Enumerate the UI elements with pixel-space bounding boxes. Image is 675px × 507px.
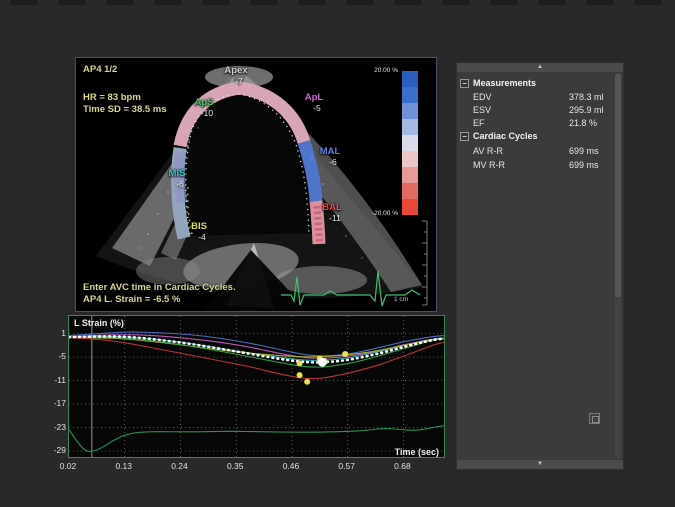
row-value: 378.3 ml — [569, 92, 604, 102]
x-tick-label: 0.24 — [164, 461, 194, 471]
avc-message: Enter AVC time in Cardiac Cycles. — [83, 282, 236, 293]
global-strain-label: AP4 L. Strain = -6.5 % — [83, 294, 180, 305]
application-window: { "window": { "background": "#29292b" },… — [0, 0, 675, 507]
scroll-up-icon: ▲ — [537, 64, 543, 70]
heart-rate-label: HR = 83 bpm — [83, 92, 141, 103]
row-label: AV R-R — [473, 146, 503, 156]
row-value: 699 ms — [569, 160, 599, 170]
colorbar-segment — [402, 135, 418, 151]
measurements-group-header[interactable]: − Measurements — [460, 78, 536, 88]
collapse-icon[interactable]: − — [460, 132, 469, 141]
strain-chart-panel[interactable]: L Strain (%) Time (sec) — [68, 315, 445, 458]
row-value: 21.8 % — [569, 118, 597, 128]
chart-title: L Strain (%) — [74, 318, 124, 328]
measurement-row-av-rr[interactable]: AV R-R 699 ms — [473, 146, 619, 156]
x-tick-label: 0.02 — [53, 461, 83, 471]
measurements-panel: ▲ − Measurements EDV 378.3 ml ESV 295.9 … — [456, 62, 624, 470]
x-tick-label: 0.46 — [276, 461, 306, 471]
segment-label-mis: MIS -6 — [169, 169, 186, 189]
x-tick-label: 0.13 — [109, 461, 139, 471]
segment-label-mal: MAL -6 — [320, 147, 341, 167]
strain-chart-canvas[interactable] — [69, 316, 444, 457]
colorbar-segment — [402, 199, 418, 215]
colorbar-segment — [402, 87, 418, 103]
colorbar-segment — [402, 71, 418, 87]
measurement-row-esv[interactable]: ESV 295.9 ml — [473, 105, 619, 115]
colorbar-segment — [402, 183, 418, 199]
scrollbar-thumb[interactable] — [615, 74, 621, 297]
top-edge-cropped-toolbar — [0, 0, 675, 6]
y-tick-label: -5 — [40, 351, 66, 361]
colorbar-segment — [402, 151, 418, 167]
x-tick-label: 0.57 — [332, 461, 362, 471]
scroll-down-button[interactable]: ▼ — [457, 460, 623, 469]
time-sd-label: Time SD = 38.5 ms — [83, 104, 167, 115]
colorbar-max-label: 20.00 % — [346, 67, 398, 74]
row-label: EF — [473, 118, 485, 128]
segment-label-apl: ApL -5 — [305, 93, 323, 113]
group-label: Measurements — [473, 78, 536, 88]
segment-label-bis: BIS -4 — [191, 222, 207, 242]
collapse-icon[interactable]: − — [460, 79, 469, 88]
chart-x-axis-label: Time (sec) — [395, 447, 439, 457]
view-label: AP4 1/2 — [83, 64, 117, 75]
y-tick-label: 1 — [40, 328, 66, 338]
segment-label-apex: Apex -7 — [224, 66, 247, 86]
strain-colorbar — [402, 71, 418, 215]
measurement-row-mv-rr[interactable]: MV R-R 699 ms — [473, 160, 619, 170]
ultrasound-image-panel[interactable]: AP4 1/2 HR = 83 bpm Time SD = 38.5 ms En… — [75, 57, 437, 312]
cardiac-cycles-group-header[interactable]: − Cardiac Cycles — [460, 131, 538, 141]
segment-label-aps: ApS -10 — [195, 98, 214, 118]
group-label: Cardiac Cycles — [473, 131, 538, 141]
row-value: 699 ms — [569, 146, 599, 156]
colorbar-min-label: -20.00 % — [346, 210, 398, 217]
x-tick-label: 0.35 — [220, 461, 250, 471]
y-tick-label: -23 — [40, 422, 66, 432]
scroll-down-icon: ▼ — [537, 461, 543, 467]
panel-corner-icon[interactable] — [589, 413, 600, 424]
y-tick-label: -11 — [40, 375, 66, 385]
colorbar-segment — [402, 103, 418, 119]
segment-label-bal: BAL -11 — [322, 203, 342, 223]
y-tick-label: -29 — [40, 445, 66, 455]
row-value: 295.9 ml — [569, 105, 604, 115]
row-label: MV R-R — [473, 160, 505, 170]
row-label: ESV — [473, 105, 491, 115]
depth-scale-label: 1 cm — [394, 296, 408, 303]
y-tick-label: -17 — [40, 398, 66, 408]
colorbar-segment — [402, 167, 418, 183]
depth-ruler — [422, 221, 427, 305]
scroll-up-button[interactable]: ▲ — [457, 63, 623, 72]
row-label: EDV — [473, 92, 492, 102]
panel-scrollbar[interactable] — [615, 74, 621, 458]
measurement-row-edv[interactable]: EDV 378.3 ml — [473, 92, 619, 102]
colorbar-segment — [402, 119, 418, 135]
measurement-row-ef[interactable]: EF 21.8 % — [473, 118, 619, 128]
x-tick-label: 0.68 — [387, 461, 417, 471]
